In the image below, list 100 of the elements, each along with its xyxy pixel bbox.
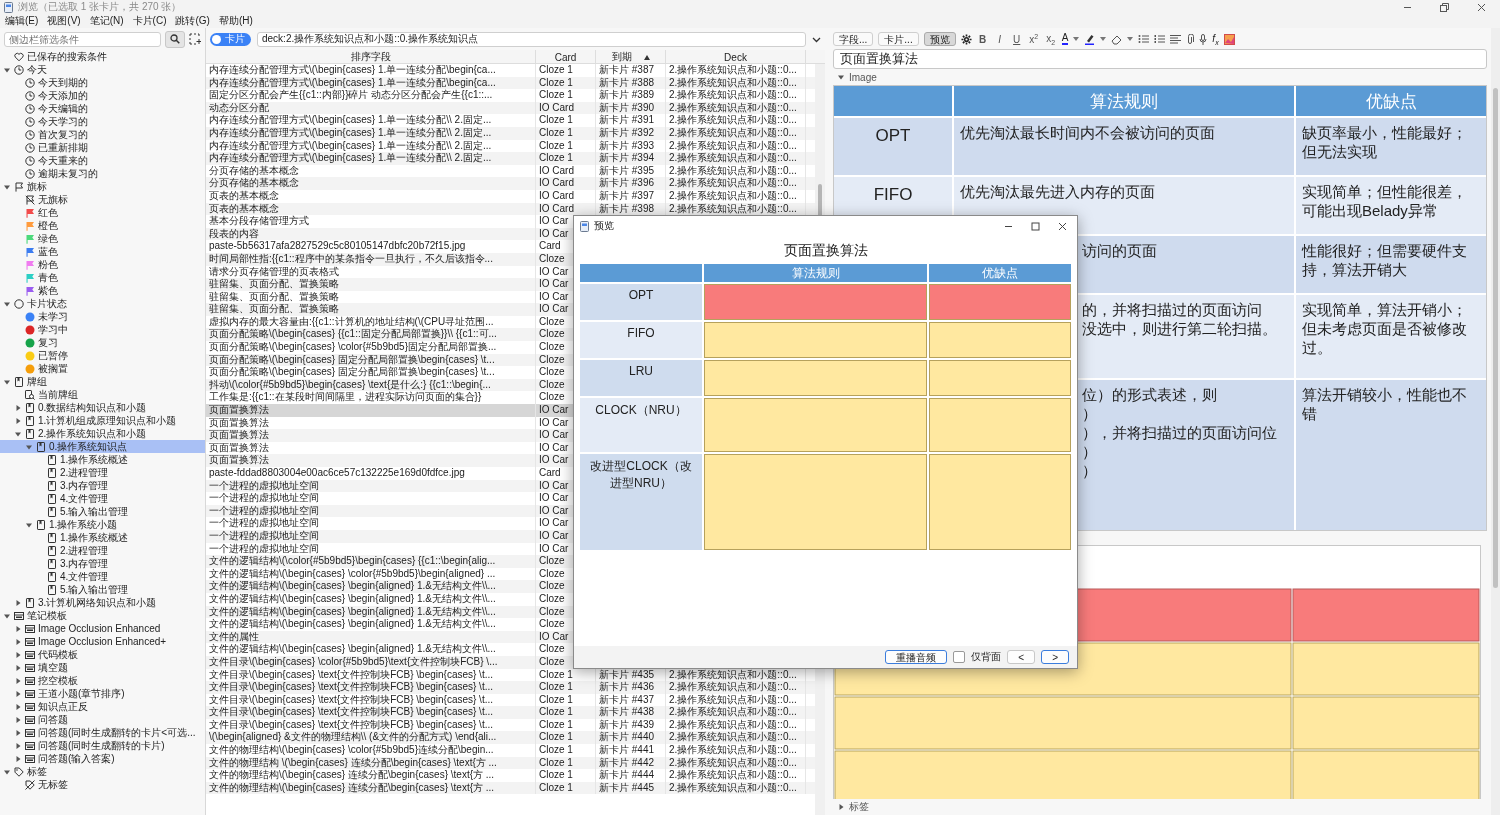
tree-item[interactable]: 4.文件管理	[0, 570, 205, 583]
table-row[interactable]: 内存连续分配管理方式\(\begin{cases} 1.单一连续分配\\ 2.固定... Cloze 1 新卡片 #394 2.操作系统知识点和小题::0...	[206, 152, 815, 165]
tree-item[interactable]: 3.内存管理	[0, 557, 205, 570]
selection-icon[interactable]	[189, 33, 201, 45]
next-button[interactable]: >	[1041, 650, 1069, 664]
tree-item[interactable]: 今天添加的	[0, 89, 205, 102]
tree-item[interactable]: 1.计算机组成原理知识点和小题	[0, 414, 205, 427]
tree-item[interactable]: 1.操作系统概述	[0, 453, 205, 466]
toolbar-button[interactable]: 预览	[923, 32, 956, 46]
format-button[interactable]: I	[993, 33, 1006, 45]
tree-item[interactable]: 当前牌组	[0, 388, 205, 401]
format-button[interactable]: B	[976, 33, 989, 45]
tree-item[interactable]: 知识点正反	[0, 700, 205, 713]
caret-icon[interactable]	[1073, 37, 1080, 41]
settings-icon[interactable]	[960, 33, 972, 45]
table-row[interactable]: \(\begin{aligned} &文件的物理结构\\ (&文件的分配方式) \end{ali... Cloze 1 新卡片 #440 2.操作系统知识点和小题::0...	[206, 731, 815, 745]
tree-item[interactable]: 已暂停	[0, 349, 205, 362]
chevron-right-icon[interactable]	[14, 663, 22, 672]
scrollbar[interactable]	[1491, 28, 1500, 815]
tree-item[interactable]: 5.输入输出管理	[0, 583, 205, 596]
format-button[interactable]: U	[1010, 33, 1023, 45]
bullet-list-icon[interactable]	[1138, 34, 1150, 44]
menu-item[interactable]: 跳转(G)	[175, 14, 210, 28]
numbered-list-icon[interactable]	[1154, 34, 1166, 44]
tree-item[interactable]: 笔记模板	[0, 609, 205, 622]
tree-item[interactable]: 已重新排期	[0, 141, 205, 154]
tree-item[interactable]: 紫色	[0, 284, 205, 297]
tree-item[interactable]: 2.进程管理	[0, 466, 205, 479]
search-field[interactable]: 侧边栏筛选条件	[4, 31, 161, 47]
menu-item[interactable]: 卡片(C)	[132, 14, 167, 28]
restore-icon[interactable]	[1440, 2, 1449, 12]
chevron-right-icon[interactable]	[14, 728, 22, 737]
microphone-icon[interactable]	[1199, 33, 1208, 45]
tree-item[interactable]: 3.计算机网络知识点和小题	[0, 596, 205, 609]
chevron-down-icon[interactable]	[837, 73, 845, 81]
tree-item[interactable]: 1.操作系统概述	[0, 531, 205, 544]
tree-item[interactable]: 0.操作系统知识点	[0, 440, 205, 453]
chevron-right-icon[interactable]	[14, 715, 22, 724]
tree-item[interactable]: 2.进程管理	[0, 544, 205, 557]
tree-item[interactable]: 2.操作系统知识点和小题	[0, 427, 205, 440]
previous-button[interactable]: <	[1007, 650, 1036, 664]
tree-item[interactable]: 挖空模板	[0, 674, 205, 687]
tree-item[interactable]: 3.内存管理	[0, 479, 205, 492]
tree-item[interactable]: 粉色	[0, 258, 205, 271]
toggle-switch[interactable]: 卡片	[210, 32, 251, 46]
tree-item[interactable]: 牌组	[0, 375, 205, 388]
tree-item[interactable]: Image Occlusion Enhanced+	[0, 635, 205, 648]
chevron-right-icon[interactable]	[14, 676, 22, 685]
text-field[interactable]: 页面置换算法	[833, 49, 1487, 69]
tree-item[interactable]: 问答题(同时生成翻转的卡片<可选...	[0, 726, 205, 739]
tree-item[interactable]: 1.操作系统小题	[0, 518, 205, 531]
tree-item[interactable]: 填空题	[0, 661, 205, 674]
table-row[interactable]: 文件目录\(\begin{cases} \text{文件控制块FCB} \begin{cases} \t... Cloze 1 新卡片 #438 2.操作系统知识点和小题::0...	[206, 706, 815, 719]
toolbar-button[interactable]: 字段...	[833, 32, 874, 46]
tree-item[interactable]: 橙色	[0, 219, 205, 232]
menu-item[interactable]: 编辑(E)	[5, 14, 39, 28]
checkbox[interactable]	[953, 651, 966, 663]
tree-item[interactable]: 问答题	[0, 713, 205, 726]
menu-item[interactable]: 帮助(H)	[218, 14, 253, 28]
tree-item[interactable]: 已保存的搜索条件	[0, 50, 205, 63]
tree-item[interactable]: 逾期未复习的	[0, 167, 205, 180]
chevron-right-icon[interactable]	[14, 689, 22, 698]
tree-item[interactable]: 王道小题(章节排序)	[0, 687, 205, 700]
chevron-right-icon[interactable]	[14, 624, 22, 633]
tree-item[interactable]: Image Occlusion Enhanced	[0, 622, 205, 635]
tree-item[interactable]: 今天编辑的	[0, 102, 205, 115]
replay-audio-button[interactable]: 重播音频	[885, 650, 948, 664]
close-icon[interactable]	[1058, 221, 1067, 231]
eraser-icon[interactable]	[1111, 33, 1123, 45]
table-row[interactable]: 文件目录\(\begin{cases} \text{文件控制块FCB} \begin{cases} \t... Cloze 1 新卡片 #436 2.操作系统知识点和小题::0...	[206, 681, 815, 694]
tree-item[interactable]: 无旗标	[0, 193, 205, 206]
chevron-right-icon[interactable]	[837, 803, 845, 811]
chevron-right-icon[interactable]	[14, 702, 22, 711]
tree-item[interactable]: 代码模板	[0, 648, 205, 661]
tree-item[interactable]: 卡片状态	[0, 297, 205, 310]
tree-item[interactable]: 复习	[0, 336, 205, 349]
tree-item[interactable]: 问答题(同时生成翻转的卡片)	[0, 739, 205, 752]
format-button[interactable]: x$^{2}$	[1027, 32, 1040, 46]
menu-item[interactable]: 视图(V)	[47, 14, 81, 28]
tree-item[interactable]: 学习中	[0, 323, 205, 336]
close-icon[interactable]	[1477, 2, 1486, 12]
search-button[interactable]	[165, 30, 185, 48]
tree-item[interactable]: 今天	[0, 63, 205, 76]
image-icon[interactable]	[1223, 33, 1235, 45]
align-icon[interactable]	[1170, 34, 1182, 44]
tree-item[interactable]: 0.数据结构知识点和小题	[0, 401, 205, 414]
text-color-button[interactable]: A	[1061, 33, 1069, 45]
tree-item[interactable]: 未学习	[0, 310, 205, 323]
tree-item[interactable]: 青色	[0, 271, 205, 284]
paperclip-icon[interactable]	[1186, 33, 1195, 45]
chevron-right-icon[interactable]	[14, 416, 22, 425]
tree-item[interactable]: 问答题(输入答案)	[0, 752, 205, 765]
tree-item[interactable]: 无标签	[0, 778, 205, 791]
caret-icon[interactable]	[1127, 37, 1134, 41]
tree-item[interactable]: 绿色	[0, 232, 205, 245]
tree-item[interactable]: 4.文件管理	[0, 492, 205, 505]
tree-item[interactable]: 旗标	[0, 180, 205, 193]
table-row[interactable]: 分页存储的基本概念 IO Card 新卡片 #396 2.操作系统知识点和小题::0...	[206, 177, 815, 190]
tree-item[interactable]: 今天学习的	[0, 115, 205, 128]
format-button[interactable]: x$_{2}$	[1044, 32, 1057, 46]
